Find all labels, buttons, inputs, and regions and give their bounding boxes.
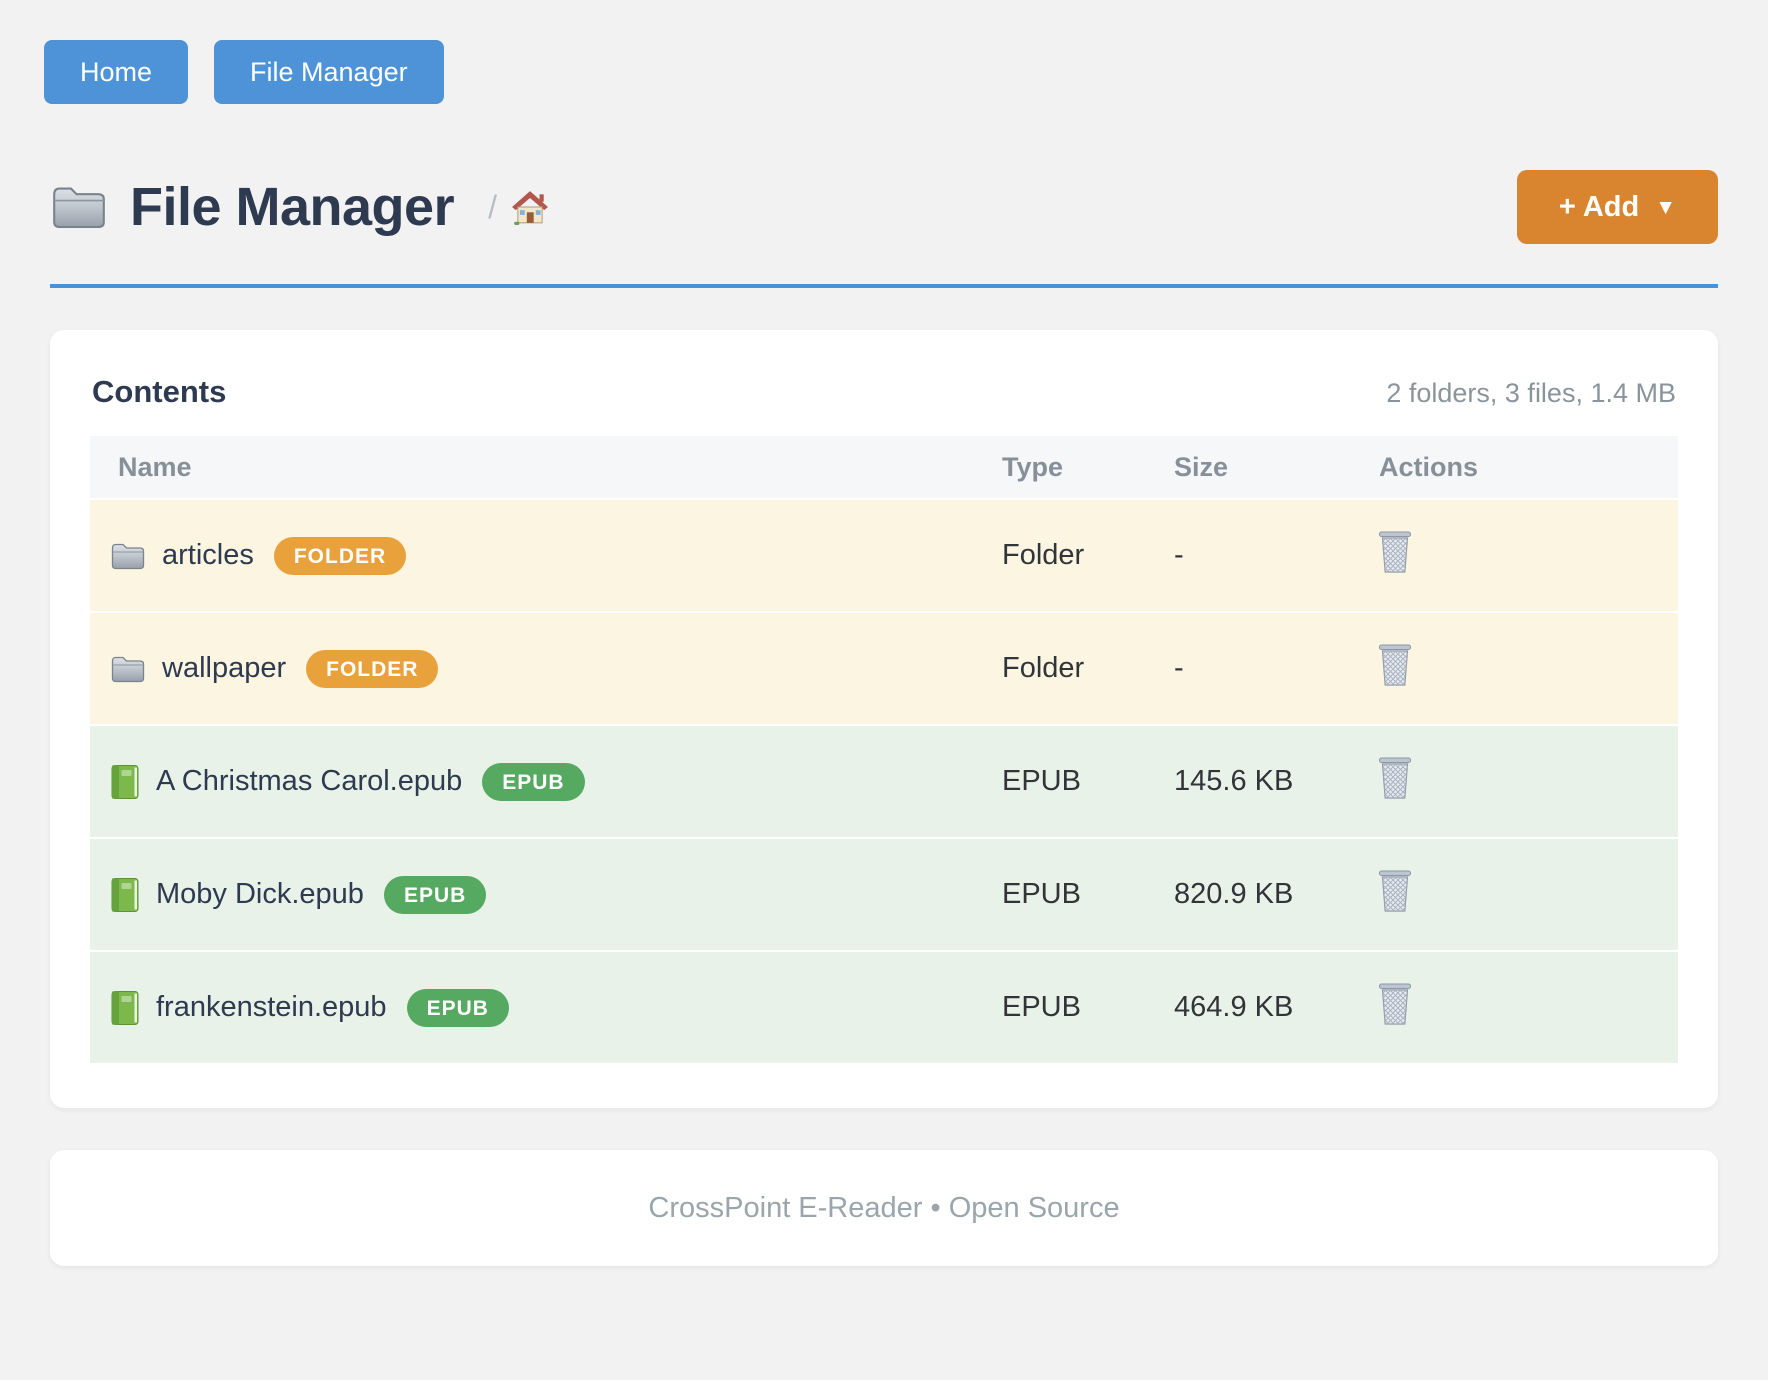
- file-size: -: [1162, 652, 1367, 685]
- delete-button[interactable]: [1375, 983, 1415, 1027]
- page-header: File Manager / + Add ▼: [50, 170, 1718, 244]
- actions-cell: [1367, 983, 1678, 1033]
- folder-icon: [50, 183, 108, 231]
- file-type: Folder: [990, 539, 1162, 572]
- file-name: wallpaper: [162, 652, 286, 685]
- breadcrumb-separator: /: [488, 189, 497, 226]
- home-icon[interactable]: [511, 189, 549, 225]
- card-header: Contents 2 folders, 3 files, 1.4 MB: [90, 368, 1678, 436]
- file-type: EPUB: [990, 878, 1162, 911]
- home-button[interactable]: Home: [44, 40, 188, 104]
- column-header-actions: Actions: [1367, 452, 1678, 483]
- file-size: 464.9 KB: [1162, 991, 1367, 1024]
- table-body: articles FOLDER Folder -: [90, 498, 1678, 1063]
- file-manager-button[interactable]: File Manager: [214, 40, 444, 104]
- type-badge: EPUB: [482, 763, 584, 801]
- trash-icon: [1378, 787, 1412, 802]
- page: Home File Manager File Manager /: [0, 0, 1768, 1380]
- actions-cell: [1367, 757, 1678, 807]
- column-header-type: Type: [990, 452, 1162, 483]
- name-cell: A Christmas Carol.epub EPUB: [90, 763, 990, 801]
- file-type: EPUB: [990, 765, 1162, 798]
- type-badge: FOLDER: [306, 650, 438, 688]
- book-icon: [110, 877, 140, 913]
- table-row[interactable]: Moby Dick.epub EPUB EPUB 820.9 KB: [90, 837, 1678, 950]
- table-row[interactable]: wallpaper FOLDER Folder -: [90, 611, 1678, 724]
- footer-text: CrossPoint E-Reader • Open Source: [648, 1192, 1119, 1225]
- actions-cell: [1367, 644, 1678, 694]
- book-icon: [110, 990, 140, 1026]
- contents-card: Contents 2 folders, 3 files, 1.4 MB Name…: [50, 330, 1718, 1108]
- contents-heading: Contents: [92, 374, 226, 410]
- trash-icon: [1378, 674, 1412, 689]
- delete-button[interactable]: [1375, 757, 1415, 801]
- accent-divider: [50, 284, 1718, 288]
- file-name: A Christmas Carol.epub: [156, 765, 462, 798]
- file-type: EPUB: [990, 991, 1162, 1024]
- delete-button[interactable]: [1375, 870, 1415, 914]
- actions-cell: [1367, 531, 1678, 581]
- file-size: 820.9 KB: [1162, 878, 1367, 911]
- file-table: Name Type Size Actions: [90, 436, 1678, 1063]
- file-size: 145.6 KB: [1162, 765, 1367, 798]
- file-name: Moby Dick.epub: [156, 878, 364, 911]
- trash-icon: [1378, 900, 1412, 915]
- name-cell: wallpaper FOLDER: [90, 650, 990, 688]
- trash-icon: [1378, 561, 1412, 576]
- file-name: frankenstein.epub: [156, 991, 387, 1024]
- file-name: articles: [162, 539, 254, 572]
- delete-button[interactable]: [1375, 644, 1415, 688]
- folder-icon: [110, 541, 146, 571]
- delete-button[interactable]: [1375, 531, 1415, 575]
- column-header-name: Name: [90, 452, 990, 483]
- name-cell: articles FOLDER: [90, 537, 990, 575]
- type-badge: FOLDER: [274, 537, 406, 575]
- file-type: Folder: [990, 652, 1162, 685]
- table-header-row: Name Type Size Actions: [90, 436, 1678, 498]
- page-title: File Manager: [130, 176, 454, 238]
- trash-icon: [1378, 1013, 1412, 1028]
- actions-cell: [1367, 870, 1678, 920]
- footer: CrossPoint E-Reader • Open Source: [50, 1150, 1718, 1266]
- top-nav: Home File Manager: [44, 40, 1718, 104]
- title-wrap: File Manager /: [50, 176, 549, 238]
- add-button[interactable]: + Add ▼: [1517, 170, 1718, 244]
- file-size: -: [1162, 539, 1367, 572]
- type-badge: EPUB: [407, 989, 509, 1027]
- table-row[interactable]: frankenstein.epub EPUB EPUB 464.9 KB: [90, 950, 1678, 1063]
- column-header-size: Size: [1162, 452, 1367, 483]
- contents-summary: 2 folders, 3 files, 1.4 MB: [1386, 378, 1676, 409]
- type-badge: EPUB: [384, 876, 486, 914]
- table-row[interactable]: articles FOLDER Folder -: [90, 498, 1678, 611]
- table-row[interactable]: A Christmas Carol.epub EPUB EPUB 145.6 K…: [90, 724, 1678, 837]
- caret-down-icon: ▼: [1655, 196, 1676, 220]
- add-button-label: + Add: [1559, 191, 1639, 224]
- book-icon: [110, 764, 140, 800]
- folder-icon: [110, 654, 146, 684]
- name-cell: Moby Dick.epub EPUB: [90, 876, 990, 914]
- name-cell: frankenstein.epub EPUB: [90, 989, 990, 1027]
